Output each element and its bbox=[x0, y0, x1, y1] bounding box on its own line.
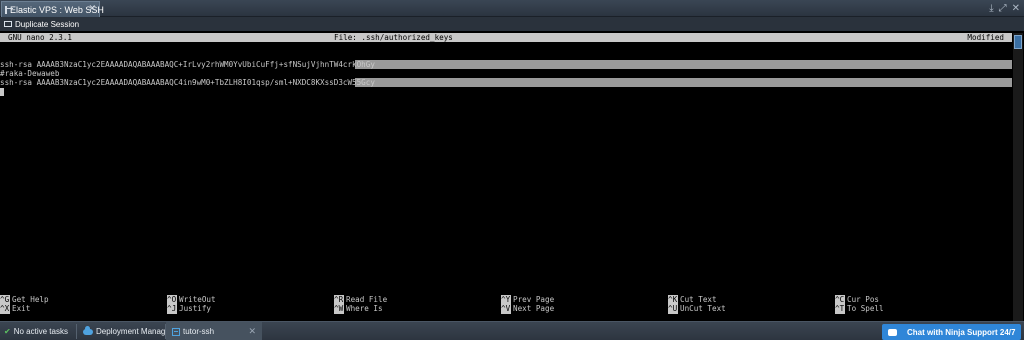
terminal-icon bbox=[172, 327, 180, 336]
window-tab-web-ssh[interactable]: Elastic VPS : Web SSH ✕ bbox=[1, 1, 104, 17]
shortcut-row: ^X Exit ^J Justify ^W Where Is ^V Next Page … bbox=[0, 304, 1010, 314]
download-icon[interactable]: ⤓ bbox=[989, 3, 993, 14]
file-line-text: ssh-rsa AAAAB3NzaC1yc2EAAAADAQABAAABAQC4… bbox=[0, 78, 375, 87]
duplicate-session-button[interactable]: Duplicate Session bbox=[4, 20, 79, 29]
file-line: ssh-rsa AAAAB3NzaC1yc2EAAAADAQABAAABAQC4… bbox=[0, 78, 1012, 87]
file-line: #raka-Dewaweb bbox=[0, 69, 59, 78]
shortcut-where-is[interactable]: ^W Where Is bbox=[334, 304, 383, 314]
file-line: ssh-rsa AAAAB3NzaC1yc2EAAAADAQABAAABAQC+… bbox=[0, 60, 1012, 69]
deployment-manager-label: Deployment Manager bbox=[96, 327, 173, 336]
selection-highlight bbox=[355, 60, 1012, 69]
session-toolbar: Duplicate Session bbox=[0, 17, 1024, 31]
nano-version: GNU nano 2.3.1 bbox=[8, 33, 73, 42]
duplicate-icon bbox=[4, 21, 12, 27]
close-icon[interactable]: ✕ bbox=[88, 4, 96, 14]
chat-label: Chat with Ninja Support 24/7 bbox=[907, 327, 1016, 337]
shortcut-next-page[interactable]: ^V Next Page bbox=[501, 304, 554, 314]
shortcut-exit[interactable]: ^X Exit bbox=[0, 304, 30, 314]
duplicate-session-label: Duplicate Session bbox=[15, 19, 80, 29]
cloud-icon bbox=[83, 325, 93, 335]
task-tab-label: tutor-ssh bbox=[183, 327, 215, 336]
deployment-manager-button[interactable]: Deployment Manager bbox=[83, 322, 172, 340]
terminal[interactable]: GNU nano 2.3.1 File: .ssh/authorized_key… bbox=[0, 31, 1024, 321]
tasks-label: No active tasks bbox=[13, 327, 68, 336]
selection-highlight bbox=[355, 78, 1012, 87]
file-line-text: #raka-Dewaweb bbox=[0, 69, 60, 78]
terminal-scrollbar[interactable] bbox=[1013, 33, 1023, 321]
chat-icon bbox=[888, 328, 897, 336]
status-bar: ✔ No active tasks Deployment Manager tut… bbox=[0, 321, 1024, 340]
nano-status: Modified bbox=[967, 33, 1004, 42]
check-icon: ✔ bbox=[4, 327, 11, 336]
task-tab-tutor-ssh[interactable]: tutor-ssh ✕ bbox=[166, 322, 262, 340]
window-tab-bar: Elastic VPS : Web SSH ✕ ⤓ ⤢ ✕ bbox=[0, 0, 1024, 17]
divider bbox=[76, 324, 77, 339]
tasks-indicator[interactable]: ✔ No active tasks bbox=[4, 322, 68, 340]
window-controls: ⤓ ⤢ ✕ bbox=[989, 1, 1020, 16]
file-line-text: ssh-rsa AAAAB3NzaC1yc2EAAAADAQABAAABAQC+… bbox=[0, 60, 375, 69]
maximize-icon[interactable]: ⤢ bbox=[999, 3, 1007, 14]
terminal-window-icon bbox=[5, 5, 13, 14]
close-icon[interactable]: ✕ bbox=[248, 326, 256, 337]
nano-title-bar: GNU nano 2.3.1 File: .ssh/authorized_key… bbox=[0, 33, 1012, 42]
chat-support-button[interactable]: Chat with Ninja Support 24/7 bbox=[882, 324, 1021, 340]
text-cursor bbox=[0, 88, 4, 96]
shortcut-justify[interactable]: ^J Justify bbox=[167, 304, 211, 314]
nano-file-label: File: .ssh/authorized_keys bbox=[334, 33, 453, 42]
scrollbar-thumb[interactable] bbox=[1014, 35, 1022, 49]
shortcut-to-spell[interactable]: ^T To Spell bbox=[835, 304, 884, 314]
shortcut-uncut-text[interactable]: ^U UnCut Text bbox=[668, 304, 726, 314]
close-window-icon[interactable]: ✕ bbox=[1012, 3, 1020, 14]
